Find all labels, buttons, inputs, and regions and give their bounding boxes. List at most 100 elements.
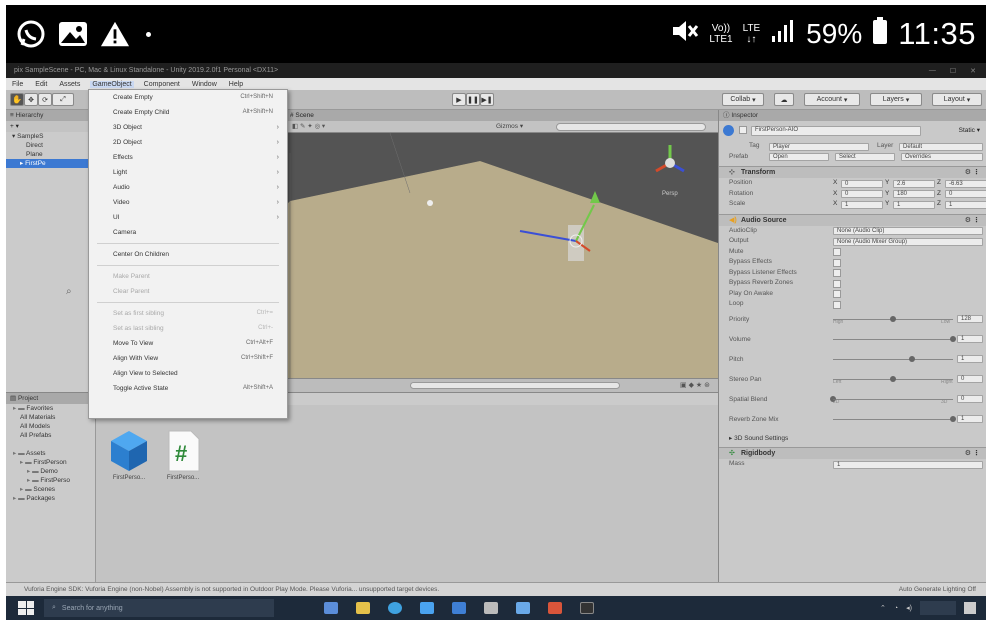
menu-item-bottom[interactable]: Align With View Ctrl+Shift+F xyxy=(89,351,287,366)
maximize-button[interactable]: ☐ xyxy=(950,67,956,75)
asset-script[interactable]: # FirstPerso... xyxy=(158,429,208,481)
asset-search-input[interactable] xyxy=(410,382,620,389)
menu-item-top[interactable]: Light › xyxy=(89,165,287,180)
project-tree-item[interactable]: All Prefabs xyxy=(6,431,95,440)
transform-x-field[interactable]: 0 xyxy=(841,179,883,188)
rigidbody-header[interactable]: ✣ Rigidbody ⚙ ⋮ xyxy=(719,447,986,459)
step-button[interactable]: ▶❚ xyxy=(480,93,494,106)
menu-help[interactable]: Help xyxy=(227,81,245,88)
menu-item-top[interactable]: Create Empty Child Alt+Shift+N xyxy=(89,105,287,120)
prefab-select-button[interactable]: Select xyxy=(835,153,895,161)
file-explorer-icon[interactable] xyxy=(356,602,370,614)
hierarchy-create-button[interactable]: + ▾ xyxy=(6,121,89,132)
project-tab[interactable]: ▤ Project xyxy=(6,393,96,404)
menu-item-top[interactable]: Create Empty Ctrl+Shift+N xyxy=(89,90,287,105)
asset-prefab[interactable]: FirstPerso... xyxy=(104,429,154,481)
tag-dropdown[interactable]: Player xyxy=(769,142,869,151)
audio-checkbox[interactable] xyxy=(833,269,841,277)
hierarchy-item-scene[interactable]: ▾ SampleS xyxy=(6,132,89,141)
tray-network-icon[interactable]: ◔ xyxy=(894,605,898,612)
menu-item-bottom[interactable]: Toggle Active State Alt+Shift+A xyxy=(89,381,287,396)
audio-checkbox[interactable] xyxy=(833,300,841,309)
edge-browser-icon[interactable] xyxy=(388,602,402,614)
taskbar-search[interactable]: ⌕ Search for anything xyxy=(44,599,274,617)
sound-settings-foldout[interactable]: ▸ 3D Sound Settings xyxy=(719,434,986,445)
menu-edit[interactable]: Edit xyxy=(33,81,49,88)
project-tree-item[interactable]: ▸ ▬ FirstPerso xyxy=(6,476,95,485)
menu-item-center-on-children[interactable]: Center On Children xyxy=(89,247,287,262)
menu-window[interactable]: Window xyxy=(190,81,219,88)
menu-file[interactable]: File xyxy=(10,81,25,88)
minimize-button[interactable]: — xyxy=(929,67,936,75)
pause-button[interactable]: ❚❚ xyxy=(466,93,480,106)
move-tool-button[interactable]: ✥ xyxy=(24,93,38,106)
notification-icon[interactable] xyxy=(964,602,976,614)
transform-x-field[interactable]: 1 xyxy=(841,200,883,209)
transform-y-field[interactable]: 180 xyxy=(893,190,935,198)
tray-volume-icon[interactable]: ◂) xyxy=(906,604,912,612)
slider-track[interactable] xyxy=(833,418,953,420)
windows-start-icon[interactable] xyxy=(18,601,34,615)
close-button[interactable]: ✕ xyxy=(970,67,976,75)
scene-search-input[interactable] xyxy=(556,123,706,131)
slider-knob[interactable] xyxy=(909,355,916,362)
app-icon[interactable] xyxy=(580,602,594,614)
console-status-line[interactable]: Vuforia Engine SDK: Vuforia Engine (non-… xyxy=(6,582,986,596)
slider-knob[interactable] xyxy=(950,335,956,342)
slider-knob[interactable] xyxy=(950,415,956,422)
project-tree-item[interactable]: All Models xyxy=(6,422,95,431)
audio-clip-field[interactable]: None (Audio Clip) xyxy=(833,227,983,235)
transform-z-field[interactable]: -6.63 xyxy=(945,179,986,188)
audio-source-header[interactable]: ◀) Audio Source ⚙ ⋮ xyxy=(719,213,986,226)
slider-knob[interactable] xyxy=(890,375,896,382)
collab-button[interactable]: Collab ▾ xyxy=(722,93,764,106)
menu-item-top[interactable]: Video › xyxy=(89,195,287,210)
audio-checkbox[interactable] xyxy=(833,258,841,267)
audio-checkbox[interactable] xyxy=(833,248,841,256)
audio-checkbox[interactable] xyxy=(833,290,841,298)
account-dropdown[interactable]: Account ▾ xyxy=(804,93,860,106)
hierarchy-item-light[interactable]: Direct xyxy=(6,141,89,150)
project-tree-item[interactable]: ▸ ▬ Demo xyxy=(6,467,95,476)
hierarchy-tab[interactable]: ≡ Hierarchy xyxy=(6,110,89,121)
office-icon[interactable] xyxy=(548,602,562,614)
layout-dropdown[interactable]: Layout ▾ xyxy=(932,93,982,106)
layer-dropdown[interactable]: Default xyxy=(899,142,983,151)
menu-item-bottom[interactable]: Align View to Selected xyxy=(89,366,287,381)
menu-item-top[interactable]: Effects › xyxy=(89,150,287,165)
slider-track[interactable] xyxy=(833,398,953,400)
project-tree-item[interactable]: ▸ ▬ FirstPerson xyxy=(6,458,95,467)
slider-value-field[interactable]: 1 xyxy=(957,334,983,343)
menu-gameobject[interactable]: GameObject xyxy=(90,80,134,88)
slider-track[interactable] xyxy=(833,338,953,340)
transform-y-field[interactable]: 1 xyxy=(893,200,935,209)
store-icon[interactable] xyxy=(420,602,434,614)
menu-assets[interactable]: Assets xyxy=(57,81,82,88)
slider-value-field[interactable]: 128 xyxy=(957,314,983,323)
menu-item-top[interactable]: Audio › xyxy=(89,180,287,195)
inspector-tab[interactable]: ⓘ Inspector xyxy=(719,110,986,121)
prefab-open-button[interactable]: Open xyxy=(769,153,829,161)
menu-item-top[interactable]: UI › xyxy=(89,210,287,225)
gizmos-dropdown[interactable]: Gizmos ▾ xyxy=(496,122,523,130)
unity-taskbar-icon[interactable] xyxy=(484,602,498,614)
tray-clock[interactable] xyxy=(920,601,956,615)
transform-z-field[interactable]: 1 xyxy=(945,200,986,209)
slider-track[interactable] xyxy=(833,358,953,360)
output-field[interactable]: None (Audio Mixer Group) xyxy=(833,237,983,246)
task-view-icon[interactable] xyxy=(324,602,338,614)
vscode-icon[interactable] xyxy=(516,602,530,614)
project-tree-item[interactable] xyxy=(6,440,95,449)
asset-filter-icons[interactable]: ▣ ◆ ★ ⊛ xyxy=(680,381,710,389)
menu-component[interactable]: Component xyxy=(142,81,182,88)
scale-tool-button[interactable]: ⤢ xyxy=(52,93,74,106)
project-tree-item[interactable]: ▸ ▬ Scenes xyxy=(6,485,95,494)
scene-tab[interactable]: # Scene xyxy=(286,110,718,121)
hierarchy-item-plane[interactable]: Plane xyxy=(6,150,89,159)
slider-value-field[interactable]: 0 xyxy=(957,394,983,403)
slider-knob[interactable] xyxy=(890,315,896,322)
mass-field[interactable]: 1 xyxy=(833,460,983,469)
menu-item-top[interactable]: 3D Object › xyxy=(89,120,287,135)
transform-z-field[interactable]: 0 xyxy=(945,190,986,198)
menu-item-bottom[interactable]: Move To View Ctrl+Alt+F xyxy=(89,336,287,351)
